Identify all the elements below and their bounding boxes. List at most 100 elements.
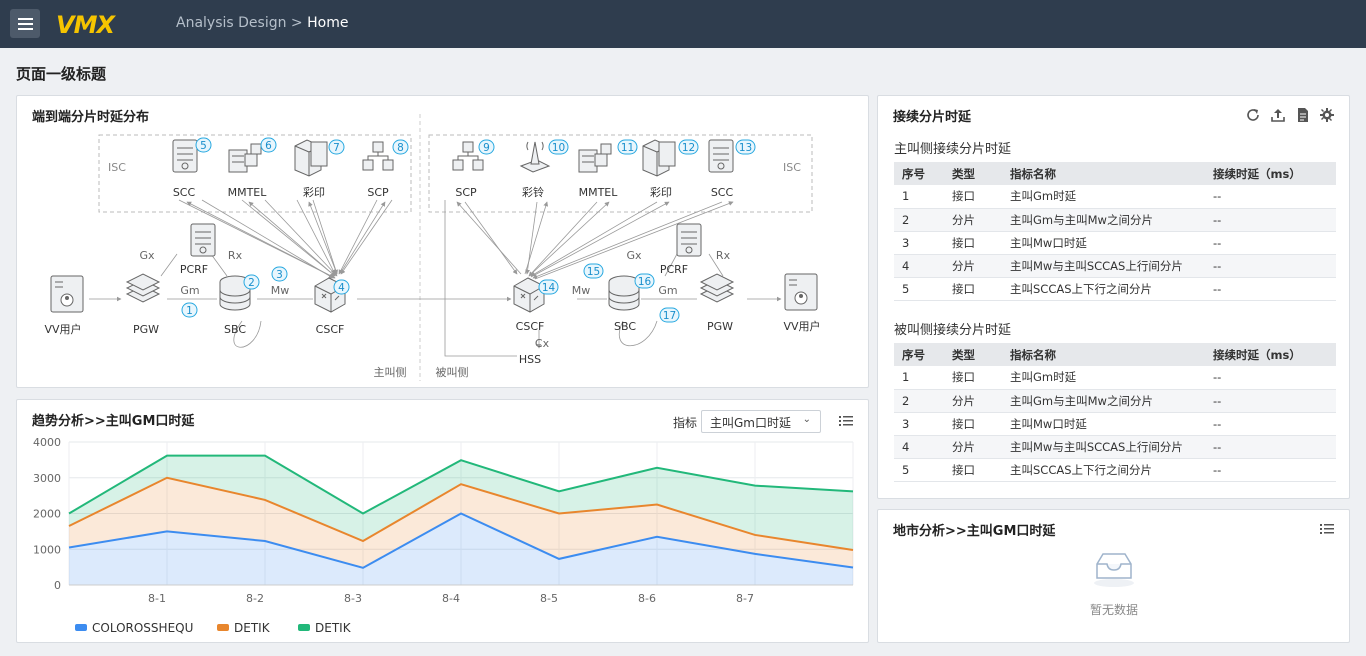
- y-tick-label: 0: [54, 579, 61, 592]
- step-badge-number: 10: [552, 142, 565, 154]
- step-badge-number: 4: [338, 282, 345, 294]
- step-badge[interactable]: 13: [735, 139, 756, 155]
- caller-latency-title: 主叫侧接续分片时延: [894, 142, 1012, 157]
- breadcrumb: Analysis Design > Home: [176, 15, 348, 31]
- column-header: 指标名称: [1002, 162, 1205, 185]
- legend-item[interactable]: DETIK: [298, 621, 351, 635]
- table-row[interactable]: 2 分片 主叫Gm与主叫Mw之间分片 --: [894, 208, 1336, 232]
- step-badge[interactable]: 14: [538, 279, 559, 295]
- list-menu-icon[interactable]: [839, 414, 853, 428]
- table-cell: 1: [894, 366, 944, 390]
- empty-inbox-icon: [1094, 553, 1134, 587]
- link-rx-left: Rx: [228, 249, 243, 262]
- node-pcrf-left[interactable]: PCRF: [180, 263, 208, 276]
- table-cell: 主叫SCCAS上下行之间分片: [1002, 458, 1205, 482]
- node-pgw-left[interactable]: PGW: [133, 323, 159, 336]
- step-badge[interactable]: 9: [478, 139, 495, 155]
- table-row[interactable]: 5 接口 主叫SCCAS上下行之间分片 --: [894, 458, 1336, 482]
- topology-diagram: ISC ISC SCC MMTEL 彩印 SCP SCP 彩铃 MMTEL 彩印…: [44, 114, 821, 381]
- caller-latency-table: 序号 类型 指标名称 接续时延（ms） 1 接口 主叫Gm时延 -- 2 分片 主叫Gm与主叫Mw…: [894, 162, 1336, 301]
- node-mmtel-right[interactable]: MMTEL: [579, 186, 619, 199]
- table-row[interactable]: 1 接口 主叫Gm时延 --: [894, 185, 1336, 209]
- step-badge[interactable]: 8: [392, 139, 409, 155]
- step-badge[interactable]: 15: [583, 263, 604, 279]
- empty-state-text: 暂无数据: [1090, 603, 1139, 617]
- node-scc-right[interactable]: SCC: [711, 186, 734, 199]
- step-badge[interactable]: 6: [260, 137, 277, 153]
- refresh-icon[interactable]: [1246, 108, 1260, 122]
- node-pcrf-right[interactable]: PCRF: [660, 263, 688, 276]
- node-vv-left[interactable]: VV用户: [44, 322, 81, 336]
- table-row[interactable]: 1 接口 主叫Gm时延 --: [894, 366, 1336, 390]
- step-badge[interactable]: 2: [243, 274, 260, 290]
- table-cell: 2: [894, 389, 944, 413]
- step-badge[interactable]: 7: [328, 139, 345, 155]
- isc-right-label: ISC: [783, 161, 801, 174]
- table-cell: 接口: [944, 277, 1002, 301]
- step-badge[interactable]: 10: [548, 139, 569, 155]
- step-badge[interactable]: 17: [659, 307, 680, 323]
- link-cx: Cx: [535, 337, 550, 350]
- chevron-down-icon: ⌄: [802, 414, 811, 425]
- step-badge[interactable]: 3: [271, 266, 288, 282]
- node-cscf-left[interactable]: CSCF: [316, 323, 345, 336]
- node-scp-left[interactable]: SCP: [367, 186, 389, 199]
- metric-label: 指标: [673, 416, 698, 430]
- step-badge[interactable]: 1: [181, 302, 198, 318]
- step-badge[interactable]: 5: [195, 137, 212, 153]
- legend-label: DETIK: [315, 621, 351, 635]
- table-row[interactable]: 5 接口 主叫SCCAS上下行之间分片 --: [894, 277, 1336, 301]
- node-cscf-right[interactable]: CSCF: [516, 320, 545, 333]
- node-scp-right[interactable]: SCP: [455, 186, 477, 199]
- node-pgw-right[interactable]: PGW: [707, 320, 733, 333]
- step-badge-number: 6: [265, 140, 272, 152]
- step-badge[interactable]: 16: [634, 273, 655, 289]
- step-badge-number: 8: [397, 142, 404, 154]
- x-tick-label: 8-1: [148, 592, 166, 605]
- table-row[interactable]: 4 分片 主叫Mw与主叫SCCAS上行间分片 --: [894, 254, 1336, 278]
- latency-title: 接续分片时延: [893, 110, 972, 125]
- table-row[interactable]: 3 接口 主叫Mw口时延 --: [894, 231, 1336, 255]
- step-badge[interactable]: 12: [678, 139, 699, 155]
- step-badge[interactable]: 11: [617, 139, 638, 155]
- column-header: 序号: [894, 343, 944, 366]
- x-tick-label: 8-2: [246, 592, 264, 605]
- node-vv-right[interactable]: VV用户: [783, 319, 820, 333]
- node-caiyin-right[interactable]: 彩印: [650, 186, 672, 199]
- link-mw-left: Mw: [271, 284, 290, 297]
- export-icon[interactable]: [1271, 108, 1285, 122]
- breadcrumb-parent[interactable]: Analysis Design: [176, 15, 286, 31]
- legend: COLOROSSHEQU: [75, 621, 193, 635]
- table-cell: --: [1205, 185, 1336, 209]
- x-tick-label: 8-7: [736, 592, 754, 605]
- hamburger-menu-icon[interactable]: [10, 9, 40, 38]
- logo: VMX: [56, 11, 115, 39]
- table-header-row: 序号 类型 指标名称 接续时延（ms）: [894, 162, 1336, 185]
- y-tick-label: 2000: [33, 508, 61, 521]
- table-cell: 主叫Mw口时延: [1002, 412, 1205, 436]
- table-cell: 接口: [944, 185, 1002, 209]
- table-row[interactable]: 4 分片 主叫Mw与主叫SCCAS上行间分片 --: [894, 435, 1336, 459]
- table-cell: 主叫Mw与主叫SCCAS上行间分片: [1002, 254, 1205, 278]
- legend-item[interactable]: DETIK: [217, 621, 270, 635]
- table-cell: 主叫Gm时延: [1002, 366, 1205, 390]
- table-cell: --: [1205, 208, 1336, 232]
- node-sbc-left[interactable]: SBC: [224, 323, 246, 336]
- table-row[interactable]: 2 分片 主叫Gm与主叫Mw之间分片 --: [894, 389, 1336, 413]
- step-badge[interactable]: 4: [333, 279, 350, 295]
- node-cailing-right[interactable]: 彩铃: [522, 185, 544, 199]
- table-row[interactable]: 3 接口 主叫Mw口时延 --: [894, 412, 1336, 436]
- node-caiyin-left[interactable]: 彩印: [303, 186, 325, 199]
- settings-gear-icon[interactable]: [1320, 108, 1334, 122]
- column-header: 类型: [944, 162, 1002, 185]
- x-tick-label: 8-6: [638, 592, 656, 605]
- node-hss[interactable]: HSS: [519, 353, 541, 366]
- list-menu-icon[interactable]: [1320, 522, 1334, 536]
- document-icon[interactable]: [1296, 108, 1310, 122]
- node-sbc-right[interactable]: SBC: [614, 320, 636, 333]
- node-mmtel-left[interactable]: MMTEL: [228, 186, 268, 199]
- legend-item[interactable]: COLOROSSHEQU: [75, 621, 193, 635]
- top-bar: VMX Analysis Design > Home: [0, 0, 1366, 48]
- node-scc-left[interactable]: SCC: [173, 186, 196, 199]
- region-card: 地市分析>>主叫GM口时延 暂无数据: [877, 509, 1350, 643]
